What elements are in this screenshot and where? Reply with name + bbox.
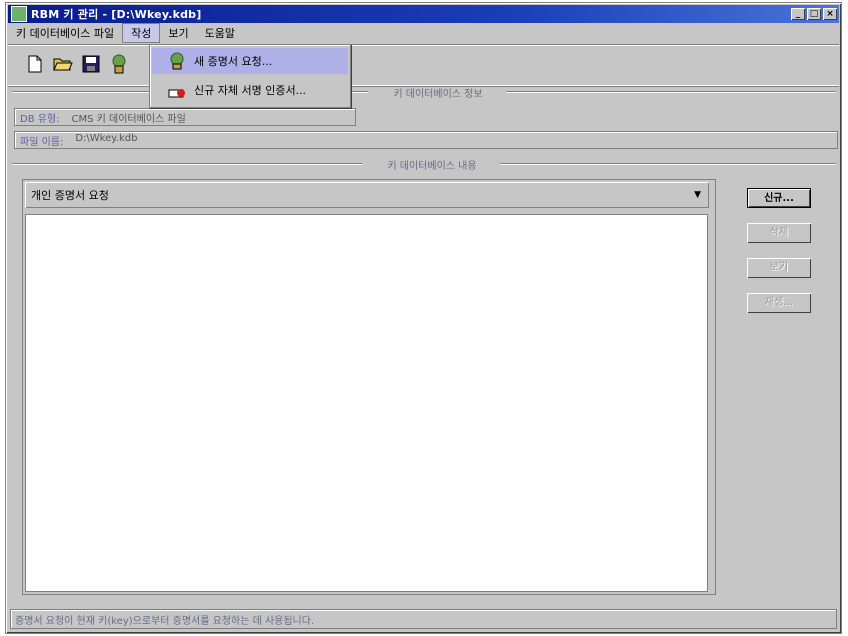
new-self-signed-certificate-label: 신규 자체 서명 인증서... [194, 84, 307, 97]
certificate-type-select[interactable]: 개인 증명서 요청 ▼ [25, 182, 709, 208]
app-icon [11, 6, 27, 22]
status-text: 증명서 요청이 현재 키(key)으로부터 증명서를 요청하는 데 사용됩니다. [15, 615, 315, 627]
new-button[interactable]: 신규... [747, 188, 811, 208]
divider [506, 91, 836, 93]
delete-button[interactable]: 삭제 [747, 223, 811, 243]
file-name-field [14, 131, 838, 149]
minimize-button[interactable]: _ [791, 8, 805, 20]
menu-help[interactable]: 도움말 [197, 24, 243, 42]
open-folder-icon[interactable] [52, 53, 74, 75]
status-bar: 증명서 요청이 현재 키(key)으로부터 증명서를 요청하는 데 사용됩니다. [10, 609, 837, 629]
menu-key-database-file[interactable]: 키 데이터베이스 파일 [8, 24, 122, 42]
certificate-request-icon[interactable] [108, 53, 130, 75]
new-certificate-request-label: 새 증명서 요청... [194, 55, 273, 68]
chevron-down-icon[interactable]: ▼ [694, 190, 701, 200]
divider [500, 163, 836, 165]
certificate-request-icon [170, 52, 184, 70]
file-name-label: 파일 이름: [20, 137, 64, 148]
certificate-list[interactable] [25, 214, 708, 592]
file-name-row: 파일 이름: D:\Wkey.kdb [20, 133, 137, 148]
divider [12, 163, 362, 165]
title-bar[interactable]: RBM 키 관리 - [D:\Wkey.kdb] _ □ × [8, 5, 839, 23]
db-type-value: CMS 키 데이터베이스 파일 [71, 114, 186, 125]
menu-create[interactable]: 작성 [122, 23, 161, 43]
content-section-title: 키 데이터베이스 내용 [387, 161, 477, 172]
close-button[interactable]: × [823, 8, 837, 20]
certificate-type-value: 개인 증명서 요청 [31, 189, 109, 202]
new-self-signed-certificate-item[interactable]: 신규 자체 서명 인증서... [152, 77, 348, 103]
menu-view[interactable]: 보기 [160, 24, 196, 42]
view-button[interactable]: 보기 [747, 258, 811, 278]
db-type-label: DB 유형: [20, 114, 60, 125]
content-panel: 개인 증명서 요청 ▼ [22, 179, 716, 595]
maximize-button[interactable]: □ [807, 8, 821, 20]
new-certificate-request-item[interactable]: 새 증명서 요청... [152, 48, 348, 74]
menu-bar: 키 데이터베이스 파일 작성 보기 도움말 [8, 23, 839, 43]
recreate-button[interactable]: 재생... [747, 293, 811, 313]
save-icon[interactable] [80, 53, 102, 75]
main-window: RBM 키 관리 - [D:\Wkey.kdb] _ □ × 키 데이터베이스 … [5, 2, 842, 634]
create-menu-dropdown: 새 증명서 요청... 신규 자체 서명 인증서... [149, 44, 351, 108]
db-type-row: DB 유형: CMS 키 데이터베이스 파일 [20, 110, 186, 125]
toolbar [8, 44, 839, 86]
file-name-value: D:\Wkey.kdb [75, 133, 138, 144]
new-file-icon[interactable] [24, 53, 46, 75]
info-section-title: 키 데이터베이스 정보 [393, 89, 483, 100]
self-signed-certificate-icon [168, 89, 185, 98]
window-title: RBM 키 관리 - [D:\Wkey.kdb] [31, 8, 202, 21]
